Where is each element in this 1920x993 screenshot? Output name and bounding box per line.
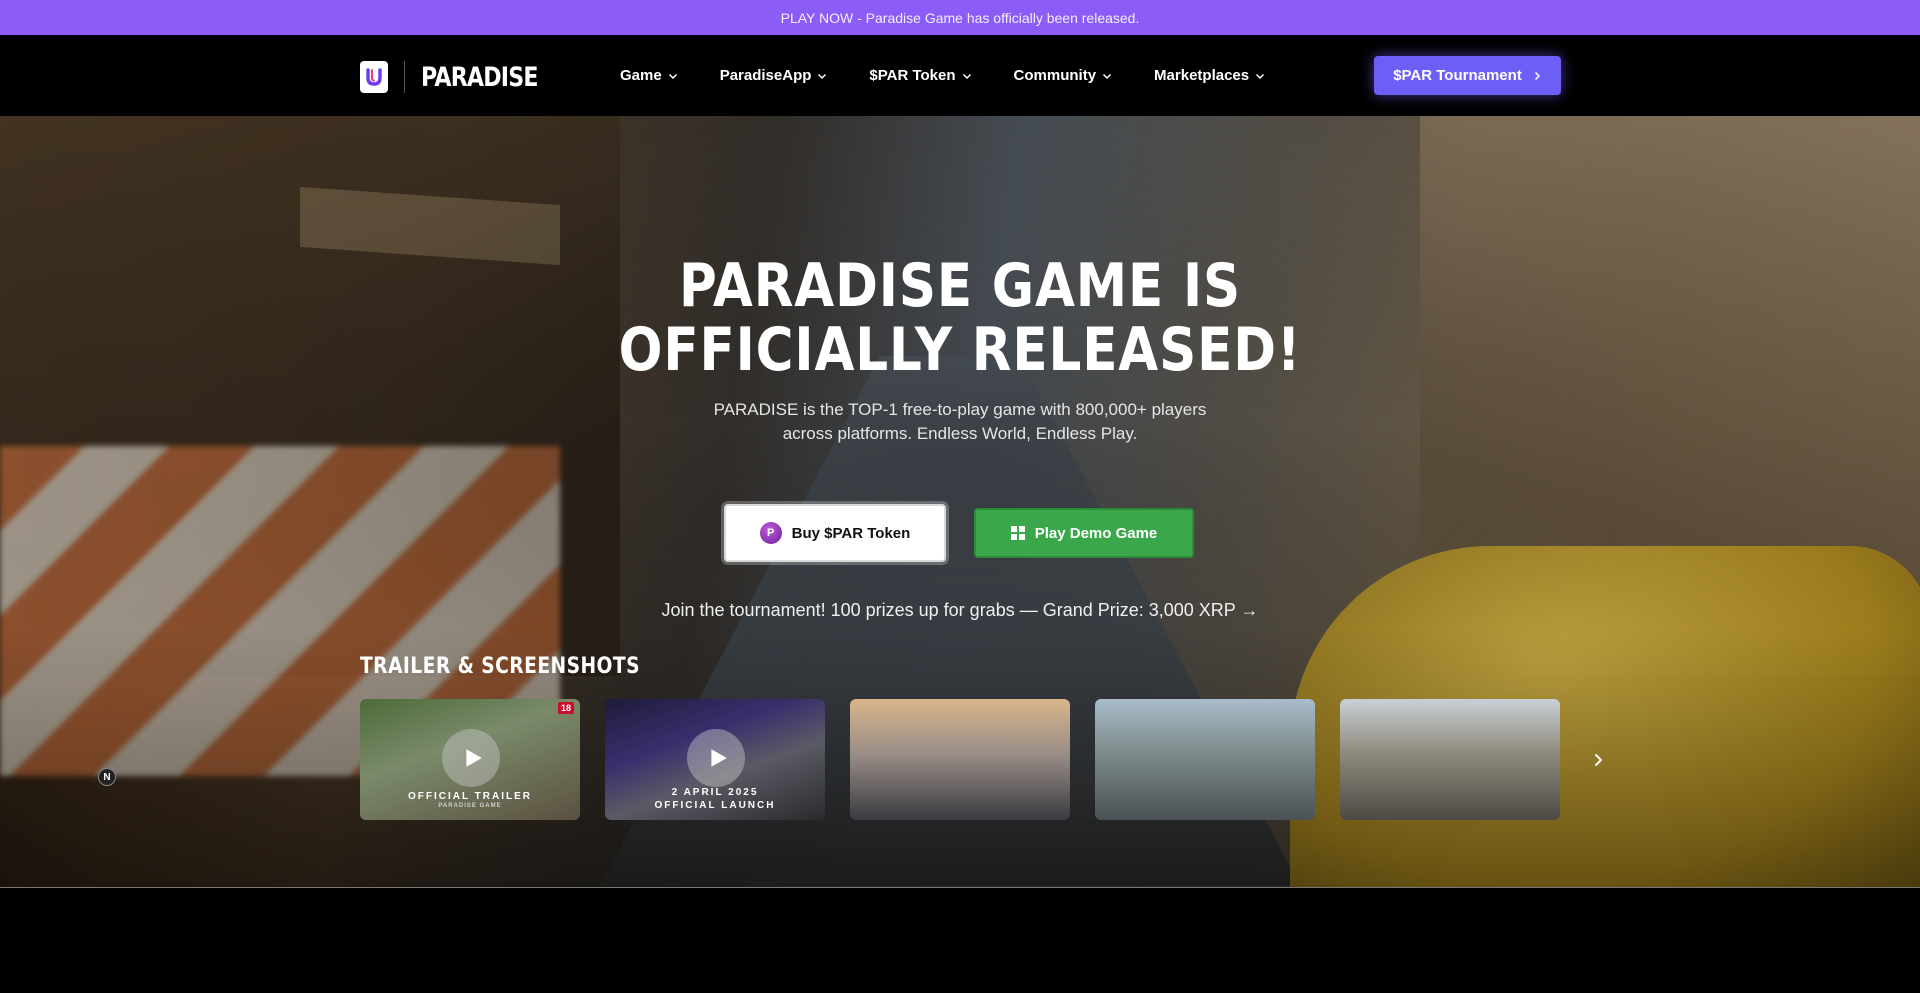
gallery-thumb-launch[interactable]: 2 APRIL 2025 OFFICIAL LAUNCH: [605, 699, 825, 820]
thumb-caption: OFFICIAL TRAILER: [407, 791, 533, 802]
nav-item-label: Community: [1013, 67, 1097, 84]
hero-section: N PARADISE GAME IS OFFICIALLY RELEASED! …: [0, 116, 1920, 888]
paradise-u-logo-icon: [360, 61, 388, 93]
brand-name: PARADISE: [421, 61, 538, 93]
play-icon[interactable]: [442, 729, 500, 787]
nav-item-label: Game: [620, 67, 662, 84]
par-coin-icon: P: [759, 522, 782, 544]
nav-item-game[interactable]: Game: [620, 67, 678, 84]
gallery-thumb-screenshot-3[interactable]: [1340, 699, 1560, 820]
nav-item-par-token[interactable]: $PAR Token: [869, 67, 971, 84]
hero-subtitle: PARADISE is the TOP-1 free-to-play game …: [660, 398, 1260, 446]
carousel-next-button[interactable]: [1588, 750, 1608, 770]
chevron-right-icon: [1594, 753, 1603, 767]
thumb-date: 2 APRIL 2025: [671, 787, 759, 798]
hero-title-line-2: OFFICIALLY RELEASED!: [618, 315, 1302, 385]
thumb-caption: OFFICIAL LAUNCH: [654, 800, 776, 811]
logo-divider: [404, 61, 405, 93]
nav-item-label: ParadiseApp: [719, 67, 812, 84]
hero-subtitle-line-2: across platforms. Endless World, Endless…: [782, 424, 1138, 443]
chevron-down-icon: [1103, 73, 1112, 79]
chevron-down-icon: [818, 73, 827, 79]
chevron-right-icon: [1534, 71, 1540, 80]
nav-item-community[interactable]: Community: [1014, 67, 1113, 84]
demo-label: Play Demo Game: [1034, 524, 1158, 542]
chevron-down-icon: [1256, 73, 1265, 79]
gallery-thumb-screenshot-2[interactable]: [1095, 699, 1315, 820]
top-navigation: PARADISE Game ParadiseApp $PAR Token Com…: [0, 35, 1920, 116]
announcement-text[interactable]: PLAY NOW - Paradise Game has officially …: [781, 10, 1140, 26]
age-rating-badge: 18: [557, 702, 574, 714]
gallery-thumb-trailer[interactable]: 18 OFFICIAL TRAILER PARADISE GAME: [360, 699, 580, 820]
gallery-thumb-screenshot-1[interactable]: [850, 699, 1070, 820]
main-menu: Game ParadiseApp $PAR Token Community Ma…: [620, 35, 1307, 116]
gallery-carousel: 18 OFFICIAL TRAILER PARADISE GAME 2 APRI…: [360, 699, 1560, 820]
chevron-down-icon: [668, 73, 677, 79]
buy-par-token-button[interactable]: P Buy $PAR Token: [724, 504, 946, 562]
play-icon[interactable]: [687, 729, 745, 787]
play-demo-game-button[interactable]: Play Demo Game: [974, 508, 1194, 558]
brand-logo[interactable]: PARADISE: [360, 61, 563, 93]
nav-item-marketplaces[interactable]: Marketplaces: [1154, 67, 1265, 84]
hero-title-line-1: PARADISE GAME IS: [678, 251, 1242, 321]
cta-label: $PAR Tournament: [1393, 67, 1522, 84]
section-divider: [0, 887, 1920, 888]
hero-subtitle-line-1: PARADISE is the TOP-1 free-to-play game …: [713, 400, 1207, 419]
nav-item-paradiseapp[interactable]: ParadiseApp: [720, 67, 828, 84]
minimap-compass-icon: N: [98, 768, 116, 786]
buy-label: Buy $PAR Token: [791, 524, 911, 542]
par-tournament-button[interactable]: $PAR Tournament: [1374, 56, 1561, 95]
nav-item-label: $PAR Token: [869, 67, 956, 84]
chevron-down-icon: [962, 73, 971, 79]
windows-icon: [1010, 526, 1025, 540]
thumb-subcaption: PARADISE GAME: [438, 803, 502, 809]
tournament-link[interactable]: Join the tournament! 100 prizes up for g…: [560, 600, 1360, 621]
announcement-bar[interactable]: PLAY NOW - Paradise Game has officially …: [0, 0, 1920, 35]
gallery-title: TRAILER & SCREENSHOTS: [360, 654, 640, 679]
hero-title: PARADISE GAME IS OFFICIALLY RELEASED!: [616, 254, 1304, 382]
nav-item-label: Marketplaces: [1154, 67, 1250, 84]
